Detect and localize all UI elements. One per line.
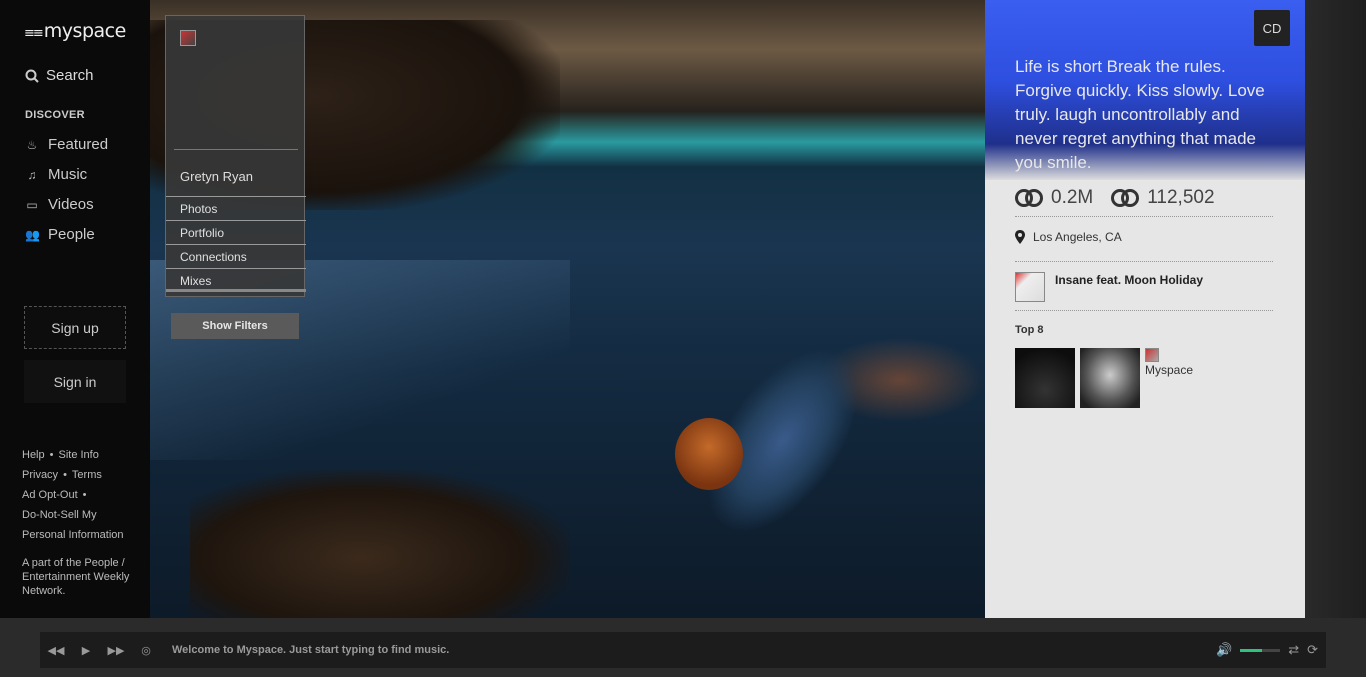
sidebar-item-music[interactable]: ♫ Music [25,166,88,183]
song-title: Insane feat. Moon Holiday [1055,273,1204,287]
player-controls: ◀◀ ▶ ▶▶ ◎ Welcome to Myspace. Just start… [40,632,1326,668]
show-filters-button[interactable]: Show Filters [171,313,299,339]
portfolio-link[interactable]: Portfolio [166,220,306,244]
logo-text: myspace [43,20,127,42]
profile-photo[interactable] [174,24,298,150]
video-icon: ▭ [26,197,38,212]
right-margin [1305,0,1366,618]
footer-links-row-2: Privacy • Terms [22,469,102,481]
discover-heading: DISCOVER [25,109,85,121]
top8-friend-name: Myspace [1145,363,1194,377]
top8-friend-3[interactable]: Myspace [1145,348,1193,408]
connect-icon[interactable]: ◎ [132,636,160,664]
top8-thumbnail [1145,348,1159,362]
logo-bars-icon: ≡≡ [24,26,44,41]
map-pin-icon [1015,230,1025,244]
music-note-icon: ♫ [27,167,37,182]
sidebar-item-label: Videos [48,196,94,213]
shuffle-icon[interactable]: ⇄ [1288,642,1299,658]
sidebar-item-label: Featured [48,136,109,153]
sidebar-item-people[interactable]: 👥 People [25,226,95,243]
followers-stat[interactable]: 0.2M [1015,187,1093,209]
play-icon[interactable]: ▶ [72,636,100,664]
profile-name: Gretyn Ryan [180,169,253,184]
top8-heading: Top 8 [1015,324,1044,336]
sign-up-button[interactable]: Sign up [24,306,126,349]
profile-quote: Life is short Break the rules. Forgive q… [1015,57,1265,172]
player-ticker-text: Welcome to Myspace. Just start typing to… [172,644,450,656]
location-text: Los Angeles, CA [1033,230,1122,244]
connect-button[interactable]: CD [1254,10,1290,46]
previous-icon[interactable]: ◀◀ [42,636,70,664]
divider [1015,310,1273,311]
people-icon: 👥 [25,227,40,242]
volume-slider[interactable] [1240,648,1281,652]
sign-in-button[interactable]: Sign in [24,360,126,403]
profile-stats: 0.2M 112,502 [1015,187,1233,209]
sidebar-item-label: Music [48,166,88,183]
connections-icon [1111,189,1140,207]
music-player-bar: ◀◀ ▶ ▶▶ ◎ Welcome to Myspace. Just start… [0,618,1366,677]
rock-shape-bottom [190,470,570,618]
terms-link[interactable]: Terms [72,469,102,481]
profile-thumbnail [180,30,196,46]
search-nav-item[interactable]: Search [25,67,94,84]
profile-card: Gretyn Ryan Photos Portfolio Connections… [165,15,306,297]
figure-head-shape [675,418,743,490]
app-window: ≡≡ myspace Search DISCOVER ♨ Featured ♫ M… [0,0,1366,677]
profile-info-panel: CD Life is short Break the rules. Forgiv… [985,0,1305,618]
divider [1015,261,1273,262]
ad-opt-out-link[interactable]: Ad Opt-Out [22,489,78,501]
sidebar: ≡≡ myspace Search DISCOVER ♨ Featured ♫ M… [0,0,150,618]
footer-links-row-3: Ad Opt-Out • [22,489,87,501]
footer-links-row-1: Help • Site Info [22,449,99,461]
privacy-link[interactable]: Privacy [22,469,58,481]
mixes-link[interactable]: Mixes [166,268,306,292]
network-notice: A part of the People / Entertainment Wee… [22,557,130,597]
next-icon[interactable]: ▶▶ [102,636,130,664]
top8-list: Myspace [1015,348,1193,408]
speaker-icon[interactable]: 🔊 [1216,642,1232,658]
top8-friend-1[interactable] [1015,348,1075,408]
search-icon [25,69,39,83]
figure-shape [543,230,957,618]
sidebar-item-featured[interactable]: ♨ Featured [25,136,108,153]
photos-link[interactable]: Photos [166,196,306,220]
profile-song[interactable]: Insane feat. Moon Holiday [1015,272,1203,302]
volume-level [1240,648,1263,652]
do-not-sell-link[interactable]: Do-Not-Sell My Personal Information [22,505,134,545]
flame-icon: ♨ [26,137,38,152]
volume-control[interactable]: 🔊 ⇄ ⟳ [1216,642,1318,658]
sidebar-item-label: People [48,226,95,243]
connections-link[interactable]: Connections [166,244,306,268]
top8-friend-2[interactable] [1080,348,1140,408]
site-info-link[interactable]: Site Info [58,449,98,461]
following-count: 112,502 [1147,187,1215,208]
search-label: Search [46,67,94,84]
profile-links: Photos Portfolio Connections Mixes [166,196,306,292]
myspace-logo[interactable]: ≡≡ myspace [24,20,126,42]
following-stat[interactable]: 112,502 [1111,187,1215,209]
divider [1015,216,1273,217]
sidebar-item-videos[interactable]: ▭ Videos [25,196,94,213]
connections-icon [1015,189,1043,207]
song-thumbnail [1015,272,1045,302]
followers-count: 0.2M [1051,187,1094,208]
repeat-icon[interactable]: ⟳ [1307,642,1318,658]
help-link[interactable]: Help [22,449,45,461]
location-row: Los Angeles, CA [1015,230,1122,244]
